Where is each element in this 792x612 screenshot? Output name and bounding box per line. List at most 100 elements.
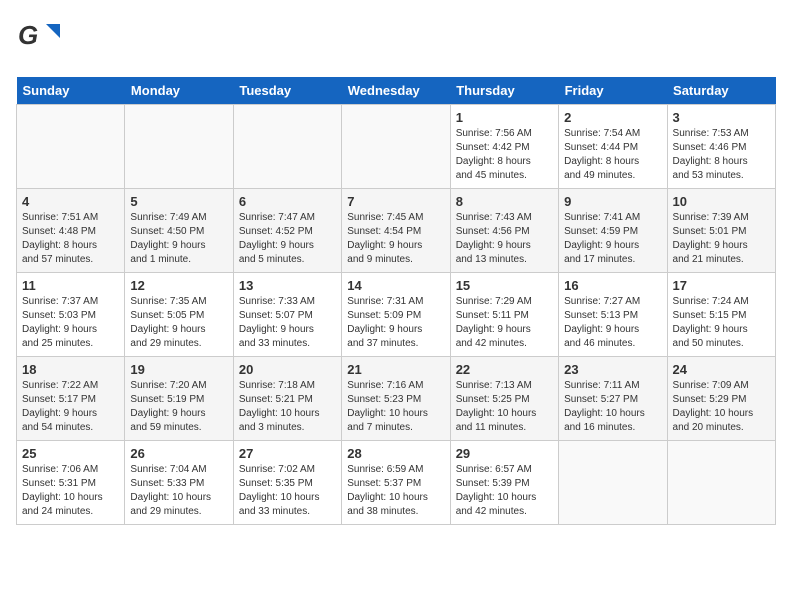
day-number-3: 3 [673, 110, 770, 125]
day-info-5: Sunrise: 7:49 AM Sunset: 4:50 PM Dayligh… [130, 211, 227, 267]
day-cell-8: 8Sunrise: 7:43 AM Sunset: 4:56 PM Daylig… [450, 189, 558, 273]
day-number-22: 22 [456, 362, 553, 377]
day-cell-26: 26 Sunrise: 7:04 AM Sunset: 5:33 PM Dayli… [125, 441, 233, 525]
day-info-4: Sunrise: 7:51 AM Sunset: 4:48 PM Dayligh… [22, 211, 119, 267]
day-number-27: 27 [239, 446, 336, 461]
day-info-2: Sunrise: 7:54 AM Sunset: 4:44 PM Dayligh… [564, 127, 661, 183]
day-info-19: Sunrise: 7:20 AM Sunset: 5:19 PM Dayligh… [130, 379, 227, 435]
day-cell-11: 11 Sunrise: 7:37 AM Sunset: 5:03 PM Dayli… [17, 273, 125, 357]
day-number-10: 10 [673, 194, 770, 209]
day-number-26: 26 [130, 446, 227, 461]
day-info-29: Sunrise: 6:57 AM Sunset: 5:39 PM Dayligh… [456, 463, 553, 519]
day-number-23: 23 [564, 362, 661, 377]
weekday-header-saturday: Saturday [667, 77, 775, 105]
day-info-9: Sunrise: 7:41 AM Sunset: 4:59 PM Dayligh… [564, 211, 661, 267]
week-row-5: 25Sunrise: 7:06 AM Sunset: 5:31 PM Dayli… [17, 441, 776, 525]
week-row-4: 18 Sunrise: 7:22 AM Sunset: 5:17 PM Dayli… [17, 357, 776, 441]
day-number-5: 5 [130, 194, 227, 209]
day-cell-9: 9 Sunrise: 7:41 AM Sunset: 4:59 PM Daylig… [559, 189, 667, 273]
day-info-23: Sunrise: 7:11 AM Sunset: 5:27 PM Dayligh… [564, 379, 661, 435]
day-number-2: 2 [564, 110, 661, 125]
day-cell-4: 4 Sunrise: 7:51 AM Sunset: 4:48 PM Daylig… [17, 189, 125, 273]
svg-text:G: G [18, 20, 38, 50]
weekday-header-sunday: Sunday [17, 77, 125, 105]
weekday-header-monday: Monday [125, 77, 233, 105]
day-info-28: Sunrise: 6:59 AM Sunset: 5:37 PM Dayligh… [347, 463, 444, 519]
day-number-15: 15 [456, 278, 553, 293]
day-info-12: Sunrise: 7:35 AM Sunset: 5:05 PM Dayligh… [130, 295, 227, 351]
week-row-1: 1 Sunrise: 7:56 AM Sunset: 4:42 PM Daylig… [17, 105, 776, 189]
day-cell-21: 21 Sunrise: 7:16 AM Sunset: 5:23 PM Dayli… [342, 357, 450, 441]
day-info-20: Sunrise: 7:18 AM Sunset: 5:21 PM Dayligh… [239, 379, 336, 435]
empty-cell [559, 441, 667, 525]
day-info-27: Sunrise: 7:02 AM Sunset: 5:35 PM Dayligh… [239, 463, 336, 519]
day-number-21: 21 [347, 362, 444, 377]
day-cell-27: 27 Sunrise: 7:02 AM Sunset: 5:35 PM Dayli… [233, 441, 341, 525]
day-number-12: 12 [130, 278, 227, 293]
day-number-25: 25 [22, 446, 119, 461]
day-cell-20: 20 Sunrise: 7:18 AM Sunset: 5:21 PM Dayli… [233, 357, 341, 441]
day-cell-22: 22Sunrise: 7:13 AM Sunset: 5:25 PM Dayli… [450, 357, 558, 441]
day-cell-29: 29Sunrise: 6:57 AM Sunset: 5:39 PM Dayli… [450, 441, 558, 525]
day-number-17: 17 [673, 278, 770, 293]
day-info-6: Sunrise: 7:47 AM Sunset: 4:52 PM Dayligh… [239, 211, 336, 267]
day-number-9: 9 [564, 194, 661, 209]
day-cell-12: 12 Sunrise: 7:35 AM Sunset: 5:05 PM Dayli… [125, 273, 233, 357]
day-number-7: 7 [347, 194, 444, 209]
weekday-header-wednesday: Wednesday [342, 77, 450, 105]
day-cell-17: 17 Sunrise: 7:24 AM Sunset: 5:15 PM Dayli… [667, 273, 775, 357]
logo: G [16, 16, 64, 65]
empty-cell [342, 105, 450, 189]
day-cell-18: 18 Sunrise: 7:22 AM Sunset: 5:17 PM Dayli… [17, 357, 125, 441]
day-info-3: Sunrise: 7:53 AM Sunset: 4:46 PM Dayligh… [673, 127, 770, 183]
week-row-3: 11 Sunrise: 7:37 AM Sunset: 5:03 PM Dayli… [17, 273, 776, 357]
day-number-16: 16 [564, 278, 661, 293]
day-info-11: Sunrise: 7:37 AM Sunset: 5:03 PM Dayligh… [22, 295, 119, 351]
day-number-11: 11 [22, 278, 119, 293]
empty-cell [233, 105, 341, 189]
weekday-header-row: SundayMondayTuesdayWednesdayThursdayFrid… [17, 77, 776, 105]
day-number-13: 13 [239, 278, 336, 293]
day-cell-23: 23 Sunrise: 7:11 AM Sunset: 5:27 PM Dayli… [559, 357, 667, 441]
day-info-21: Sunrise: 7:16 AM Sunset: 5:23 PM Dayligh… [347, 379, 444, 435]
logo-icon: G [16, 16, 60, 65]
day-cell-5: 5 Sunrise: 7:49 AM Sunset: 4:50 PM Daylig… [125, 189, 233, 273]
day-info-10: Sunrise: 7:39 AM Sunset: 5:01 PM Dayligh… [673, 211, 770, 267]
day-number-18: 18 [22, 362, 119, 377]
day-cell-25: 25Sunrise: 7:06 AM Sunset: 5:31 PM Dayli… [17, 441, 125, 525]
day-cell-14: 14 Sunrise: 7:31 AM Sunset: 5:09 PM Dayli… [342, 273, 450, 357]
weekday-header-tuesday: Tuesday [233, 77, 341, 105]
day-number-4: 4 [22, 194, 119, 209]
day-cell-3: 3 Sunrise: 7:53 AM Sunset: 4:46 PM Daylig… [667, 105, 775, 189]
day-cell-19: 19 Sunrise: 7:20 AM Sunset: 5:19 PM Dayli… [125, 357, 233, 441]
day-info-7: Sunrise: 7:45 AM Sunset: 4:54 PM Dayligh… [347, 211, 444, 267]
day-number-1: 1 [456, 110, 553, 125]
day-number-24: 24 [673, 362, 770, 377]
day-info-13: Sunrise: 7:33 AM Sunset: 5:07 PM Dayligh… [239, 295, 336, 351]
calendar-table: SundayMondayTuesdayWednesdayThursdayFrid… [16, 77, 776, 525]
day-cell-24: 24Sunrise: 7:09 AM Sunset: 5:29 PM Dayli… [667, 357, 775, 441]
day-info-26: Sunrise: 7:04 AM Sunset: 5:33 PM Dayligh… [130, 463, 227, 519]
weekday-header-friday: Friday [559, 77, 667, 105]
day-cell-28: 28 Sunrise: 6:59 AM Sunset: 5:37 PM Dayli… [342, 441, 450, 525]
day-number-14: 14 [347, 278, 444, 293]
day-number-8: 8 [456, 194, 553, 209]
day-number-28: 28 [347, 446, 444, 461]
day-info-14: Sunrise: 7:31 AM Sunset: 5:09 PM Dayligh… [347, 295, 444, 351]
day-info-15: Sunrise: 7:29 AM Sunset: 5:11 PM Dayligh… [456, 295, 553, 351]
day-info-17: Sunrise: 7:24 AM Sunset: 5:15 PM Dayligh… [673, 295, 770, 351]
empty-cell [17, 105, 125, 189]
page-header: G [16, 16, 776, 65]
day-cell-6: 6 Sunrise: 7:47 AM Sunset: 4:52 PM Daylig… [233, 189, 341, 273]
day-cell-16: 16Sunrise: 7:27 AM Sunset: 5:13 PM Dayli… [559, 273, 667, 357]
day-cell-1: 1 Sunrise: 7:56 AM Sunset: 4:42 PM Daylig… [450, 105, 558, 189]
day-number-19: 19 [130, 362, 227, 377]
day-cell-13: 13 Sunrise: 7:33 AM Sunset: 5:07 PM Dayli… [233, 273, 341, 357]
empty-cell [667, 441, 775, 525]
day-info-1: Sunrise: 7:56 AM Sunset: 4:42 PM Dayligh… [456, 127, 553, 183]
day-number-20: 20 [239, 362, 336, 377]
day-number-6: 6 [239, 194, 336, 209]
day-cell-7: 7 Sunrise: 7:45 AM Sunset: 4:54 PM Daylig… [342, 189, 450, 273]
day-info-18: Sunrise: 7:22 AM Sunset: 5:17 PM Dayligh… [22, 379, 119, 435]
weekday-header-thursday: Thursday [450, 77, 558, 105]
